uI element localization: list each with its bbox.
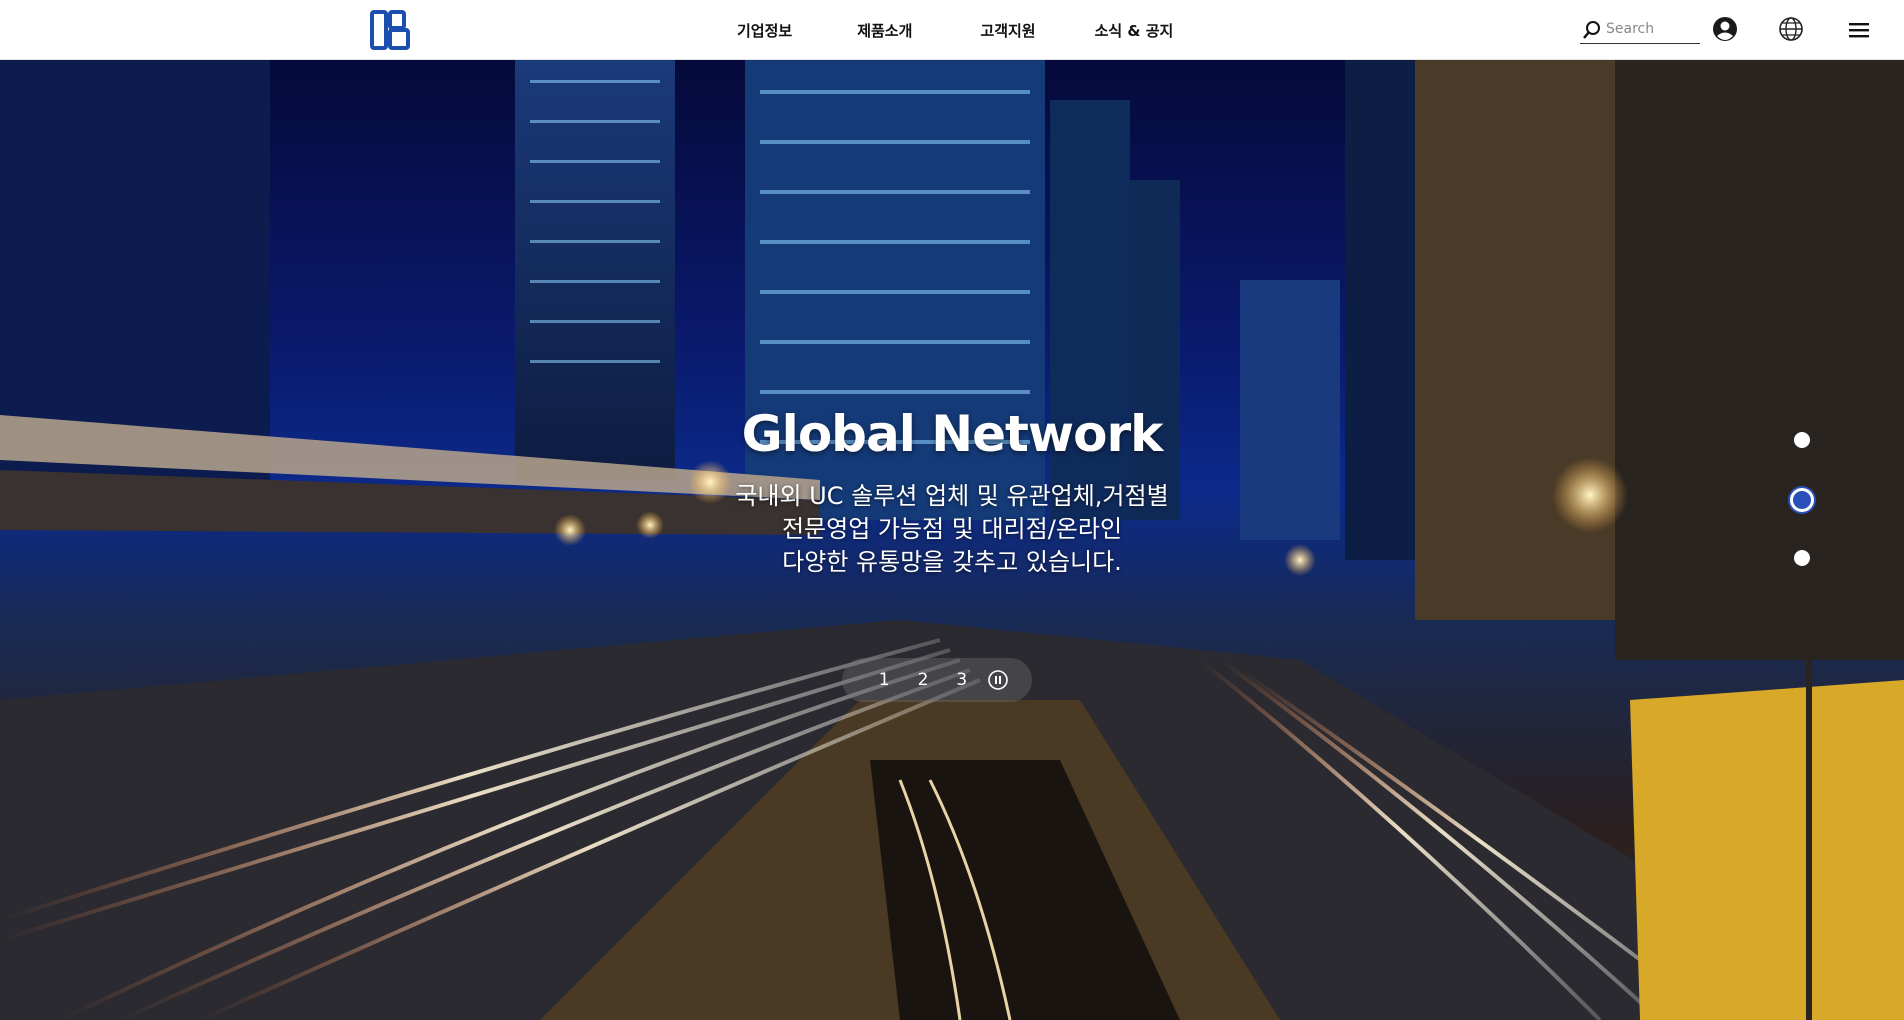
logo-icon[interactable] — [370, 10, 412, 50]
section-dot-1[interactable] — [1794, 432, 1810, 448]
nav-products[interactable]: 제품소개 — [857, 20, 912, 41]
section-dot-nav — [1790, 432, 1814, 572]
section-dot-3[interactable] — [1794, 550, 1810, 566]
main-nav: 기업정보 제품소개 고객지원 소식 & 공지 — [737, 0, 1173, 60]
slide-page-3[interactable]: 3 — [956, 670, 967, 690]
slide-page-2[interactable]: 2 — [918, 670, 929, 690]
pause-icon[interactable] — [987, 669, 1009, 691]
globe-icon[interactable] — [1778, 16, 1804, 42]
section-dot-2-active[interactable] — [1790, 488, 1814, 512]
search-icon[interactable] — [1582, 20, 1602, 40]
search-box — [1580, 16, 1700, 44]
nav-news[interactable]: 소식 & 공지 — [1095, 20, 1174, 41]
hero-subtitle-line-2: 전문영업 가능점 및 대리점/온라인 — [781, 515, 1123, 543]
hamburger-menu-icon[interactable] — [1848, 19, 1870, 41]
hero-banner: Global Network 국내외 UC 솔루션 업체 및 유관업체,거점별 … — [0, 60, 1904, 1020]
hero-title: Global Network — [741, 405, 1164, 463]
site-header: 기업정보 제품소개 고객지원 소식 & 공지 — [0, 0, 1904, 60]
nav-company-info[interactable]: 기업정보 — [737, 20, 792, 41]
nav-support[interactable]: 고객지원 — [980, 20, 1035, 41]
hero-subtitle-line-3: 다양한 유통망을 갖추고 있습니다. — [782, 548, 1122, 576]
search-input[interactable] — [1606, 18, 1698, 40]
hero-subtitle: 국내외 UC 솔루션 업체 및 유관업체,거점별 전문영업 가능점 및 대리점/… — [652, 480, 1252, 579]
hero-subtitle-line-1: 국내외 UC 솔루션 업체 및 유관업체,거점별 — [735, 482, 1169, 510]
slide-pager: 1 2 3 — [842, 658, 1032, 702]
user-icon[interactable] — [1712, 16, 1738, 42]
slide-page-1[interactable]: 1 — [879, 670, 890, 690]
